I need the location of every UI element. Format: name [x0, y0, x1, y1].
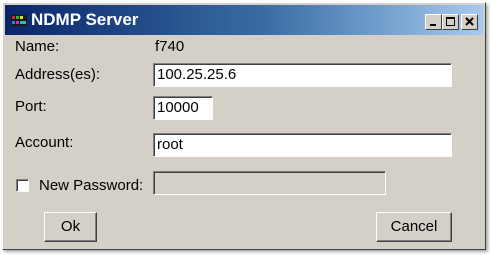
port-input[interactable]: 10000: [153, 96, 213, 120]
minimize-icon: [430, 24, 436, 26]
account-label: Account:: [15, 134, 74, 151]
title-bar[interactable]: NDMP Server: [5, 5, 483, 35]
address-input[interactable]: 100.25.25.6: [153, 63, 452, 87]
app-icon: [11, 13, 27, 27]
new-password-checkbox[interactable]: [16, 179, 29, 192]
port-label: Port:: [15, 98, 47, 115]
ndmp-server-dialog: NDMP Server Name: f740 Address(es): 100.…: [2, 2, 486, 250]
account-input[interactable]: root: [153, 133, 452, 157]
new-password-label: New Password:: [39, 177, 144, 194]
name-label: Name:: [15, 38, 60, 55]
ok-button[interactable]: Ok: [44, 212, 97, 242]
name-value: f740: [155, 38, 185, 55]
maximize-icon: [446, 17, 455, 26]
cancel-button[interactable]: Cancel: [376, 212, 452, 242]
minimize-button[interactable]: [425, 14, 442, 30]
maximize-button[interactable]: [442, 14, 459, 30]
new-password-input[interactable]: [153, 171, 386, 195]
close-icon: [465, 17, 474, 26]
window-title: NDMP Server: [31, 10, 139, 29]
close-button[interactable]: [461, 14, 478, 30]
address-label: Address(es):: [15, 66, 101, 83]
